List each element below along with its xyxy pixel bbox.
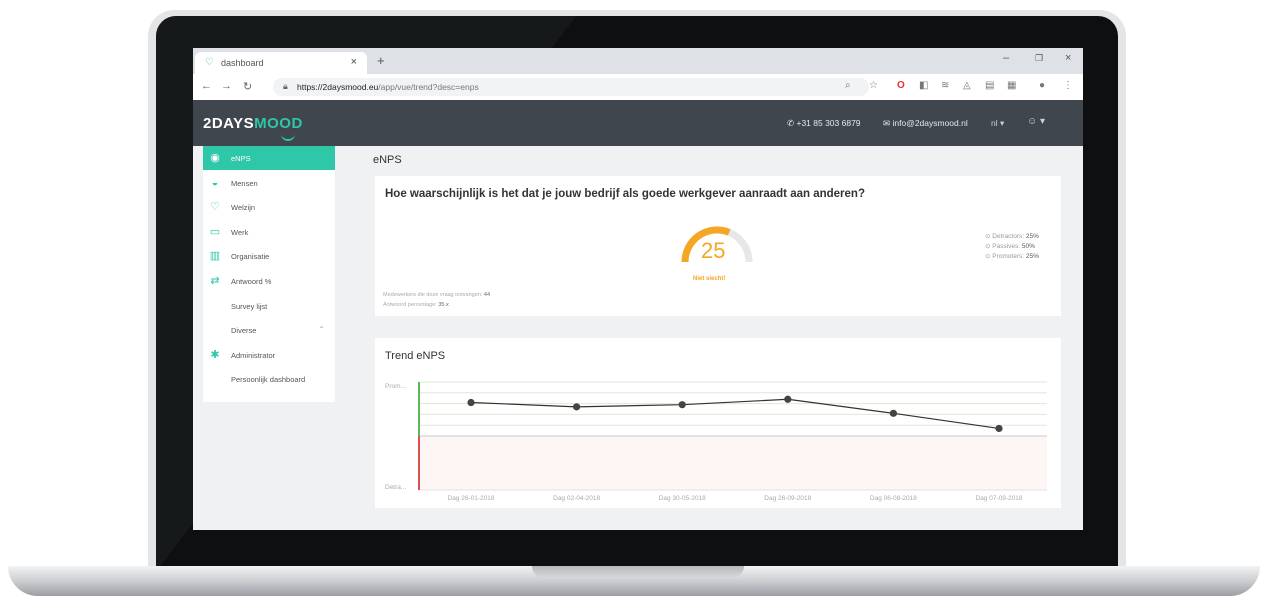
data-point (889, 409, 898, 417)
browser-toolbar: ← → ↻ 🔒︎ https://2daysmood.eu/app/vue/tr… (193, 74, 1083, 101)
minimize-icon[interactable]: – (1003, 52, 1009, 64)
zoom-icon[interactable]: ⌕ (845, 80, 851, 91)
briefcase-icon: ▭ (209, 225, 221, 238)
tab-title: dashboard (221, 58, 264, 68)
data-point (678, 401, 686, 409)
menu-icon[interactable]: ⋮ (1063, 80, 1073, 91)
heart-icon: ♡ (205, 57, 214, 68)
sidebar-item-label: Persoonlijk dashboard (231, 375, 306, 385)
sidebar-item-label: Mensen (231, 178, 258, 188)
sidebar-item-label: Survey lijst (231, 301, 268, 311)
reload-icon[interactable]: ↻ (243, 80, 252, 93)
extension-icon[interactable]: ≋ (941, 80, 949, 91)
stat-percentage: Antwoord percentage: 35.x (383, 302, 449, 308)
x-tick-label: Dag 02-04-2018 (553, 495, 600, 502)
building-icon: ▥ (209, 250, 221, 263)
sidebar-item[interactable]: ▭ Werk (203, 220, 335, 244)
app-header: 2DAYSMOOD ✆ +31 85 303 6879 ✉ info@2days… (193, 100, 1083, 146)
sidebar-item-label: Administrator (231, 350, 276, 360)
data-point (995, 424, 1003, 433)
gear-icon: ✱ (210, 348, 220, 361)
sidebar-item[interactable]: ◒ Mensen (203, 171, 335, 195)
chevron-up-icon: ⌃ (318, 325, 325, 335)
legend-passives: ⊙ Passives: 50% (985, 243, 1035, 250)
x-tick-label: Dag 06-08-2018 (870, 495, 917, 502)
address-bar[interactable]: 🔒︎ https://2daysmood.eu/app/vue/trend?de… (273, 78, 869, 96)
stat-received: Medewerkers die deze vraag ontvangen: 44 (383, 292, 491, 298)
screen: ♡ dashboard × + – ❐ × ← → ↻ 🔒︎ https://2… (193, 48, 1083, 530)
x-tick-label: Dag 26-01-2018 (448, 495, 495, 502)
sidebar: ◉ eNPS ◒ Mensen ♡ Welzijn ▭ Werk ▥ Organisatie ⇄ An… (203, 146, 335, 402)
language-select[interactable]: nl ▾ (991, 118, 1004, 129)
extension-icon[interactable]: ◧ (919, 80, 928, 91)
smile-icon (281, 133, 295, 141)
profile-icon[interactable]: ● (1039, 80, 1045, 91)
browser-tabbar: ♡ dashboard × + – ❐ × (193, 48, 1083, 74)
sidebar-item-label: eNPS (231, 154, 251, 163)
laptop-notch (532, 566, 744, 578)
sidebar-item-label: Welzijn (231, 203, 256, 213)
people-icon: ◒ (211, 176, 219, 189)
trend-title: Trend eNPS (385, 350, 446, 362)
page-title: eNPS (373, 154, 402, 166)
lock-icon: 🔒︎ (283, 81, 288, 91)
x-tick-label: Dag 30-05-2018 (659, 495, 706, 502)
sidebar-item[interactable]: Persoonlijk dashboard (203, 367, 335, 391)
sidebar-item[interactable]: ▥ Organisatie (203, 244, 335, 268)
sidebar-item-label: Werk (231, 227, 249, 237)
plus-icon[interactable]: + (377, 53, 385, 68)
sidebar-item[interactable]: Diverse ⌃ (203, 318, 335, 342)
url-text: https://2daysmood.eu/app/vue/trend?desc=… (297, 82, 479, 92)
legend-detractors: ⊙ Detractors: 25% (985, 233, 1039, 240)
sidebar-item-label: Organisatie (231, 252, 270, 262)
y-tick-label: Detra... (385, 484, 407, 491)
negative-zone (419, 436, 1047, 490)
maximize-icon[interactable]: ❐ (1035, 53, 1043, 64)
enps-card: Hoe waarschijnlijk is het dat je jouw be… (375, 176, 1061, 316)
trend-chart: Prom... Detra... Dag 26-01-2018 Dag 02-04-2… (385, 381, 1047, 502)
data-point (573, 403, 581, 411)
legend-promoters: ⊙ Promoters: 25% (985, 253, 1039, 260)
close-icon[interactable]: × (1065, 52, 1071, 64)
tab-close-icon[interactable]: × (351, 56, 357, 68)
extension-icon[interactable]: ◬ (963, 80, 971, 91)
back-icon[interactable]: ← (201, 80, 212, 92)
sidebar-item-label: Antwoord % (231, 277, 272, 286)
arrows-icon: ⇄ (210, 275, 220, 287)
score-caption: Niet slecht! (693, 276, 726, 282)
header-email[interactable]: ✉ info@2daysmood.nl (883, 118, 968, 129)
extension-icon[interactable]: ▤ (985, 80, 994, 91)
sidebar-item[interactable]: Survey lijst (203, 294, 335, 318)
heart-icon: ♡ (210, 201, 220, 214)
extension-icon[interactable]: ▦ (1007, 80, 1016, 91)
sidebar-item[interactable]: ♡ Welzijn (203, 195, 335, 219)
x-tick-label: Dag 26-09-2018 (764, 495, 811, 502)
forward-icon[interactable]: → (221, 80, 232, 92)
sidebar-item[interactable]: ✱ Administrator (203, 343, 335, 367)
score-value: 25 (701, 238, 726, 263)
x-tick-label: Dag 07-09-2018 (976, 495, 1023, 502)
sidebar-item-label: Diverse (231, 326, 257, 336)
logo[interactable]: 2DAYSMOOD (203, 115, 303, 141)
opera-icon[interactable]: O (897, 80, 905, 91)
sidebar-item[interactable]: ⇄ Antwoord % (203, 269, 335, 293)
y-tick-label: Prom... (385, 383, 406, 390)
circle-icon: ◉ (210, 152, 220, 164)
header-phone[interactable]: ✆ +31 85 303 6879 (787, 118, 861, 129)
trend-card: Trend eNPS Prom... Detra... Dag 26-01-2018… (375, 338, 1061, 508)
question-title: Hoe waarschijnlijk is het dat je jouw be… (385, 188, 865, 200)
sidebar-item[interactable]: ◉ eNPS (203, 146, 335, 170)
user-icon[interactable]: ☺ ▾ (1027, 116, 1045, 127)
star-icon[interactable]: ☆ (869, 80, 878, 91)
data-point (467, 398, 475, 407)
browser-tab[interactable]: ♡ dashboard × (195, 52, 367, 74)
data-point (784, 395, 792, 403)
